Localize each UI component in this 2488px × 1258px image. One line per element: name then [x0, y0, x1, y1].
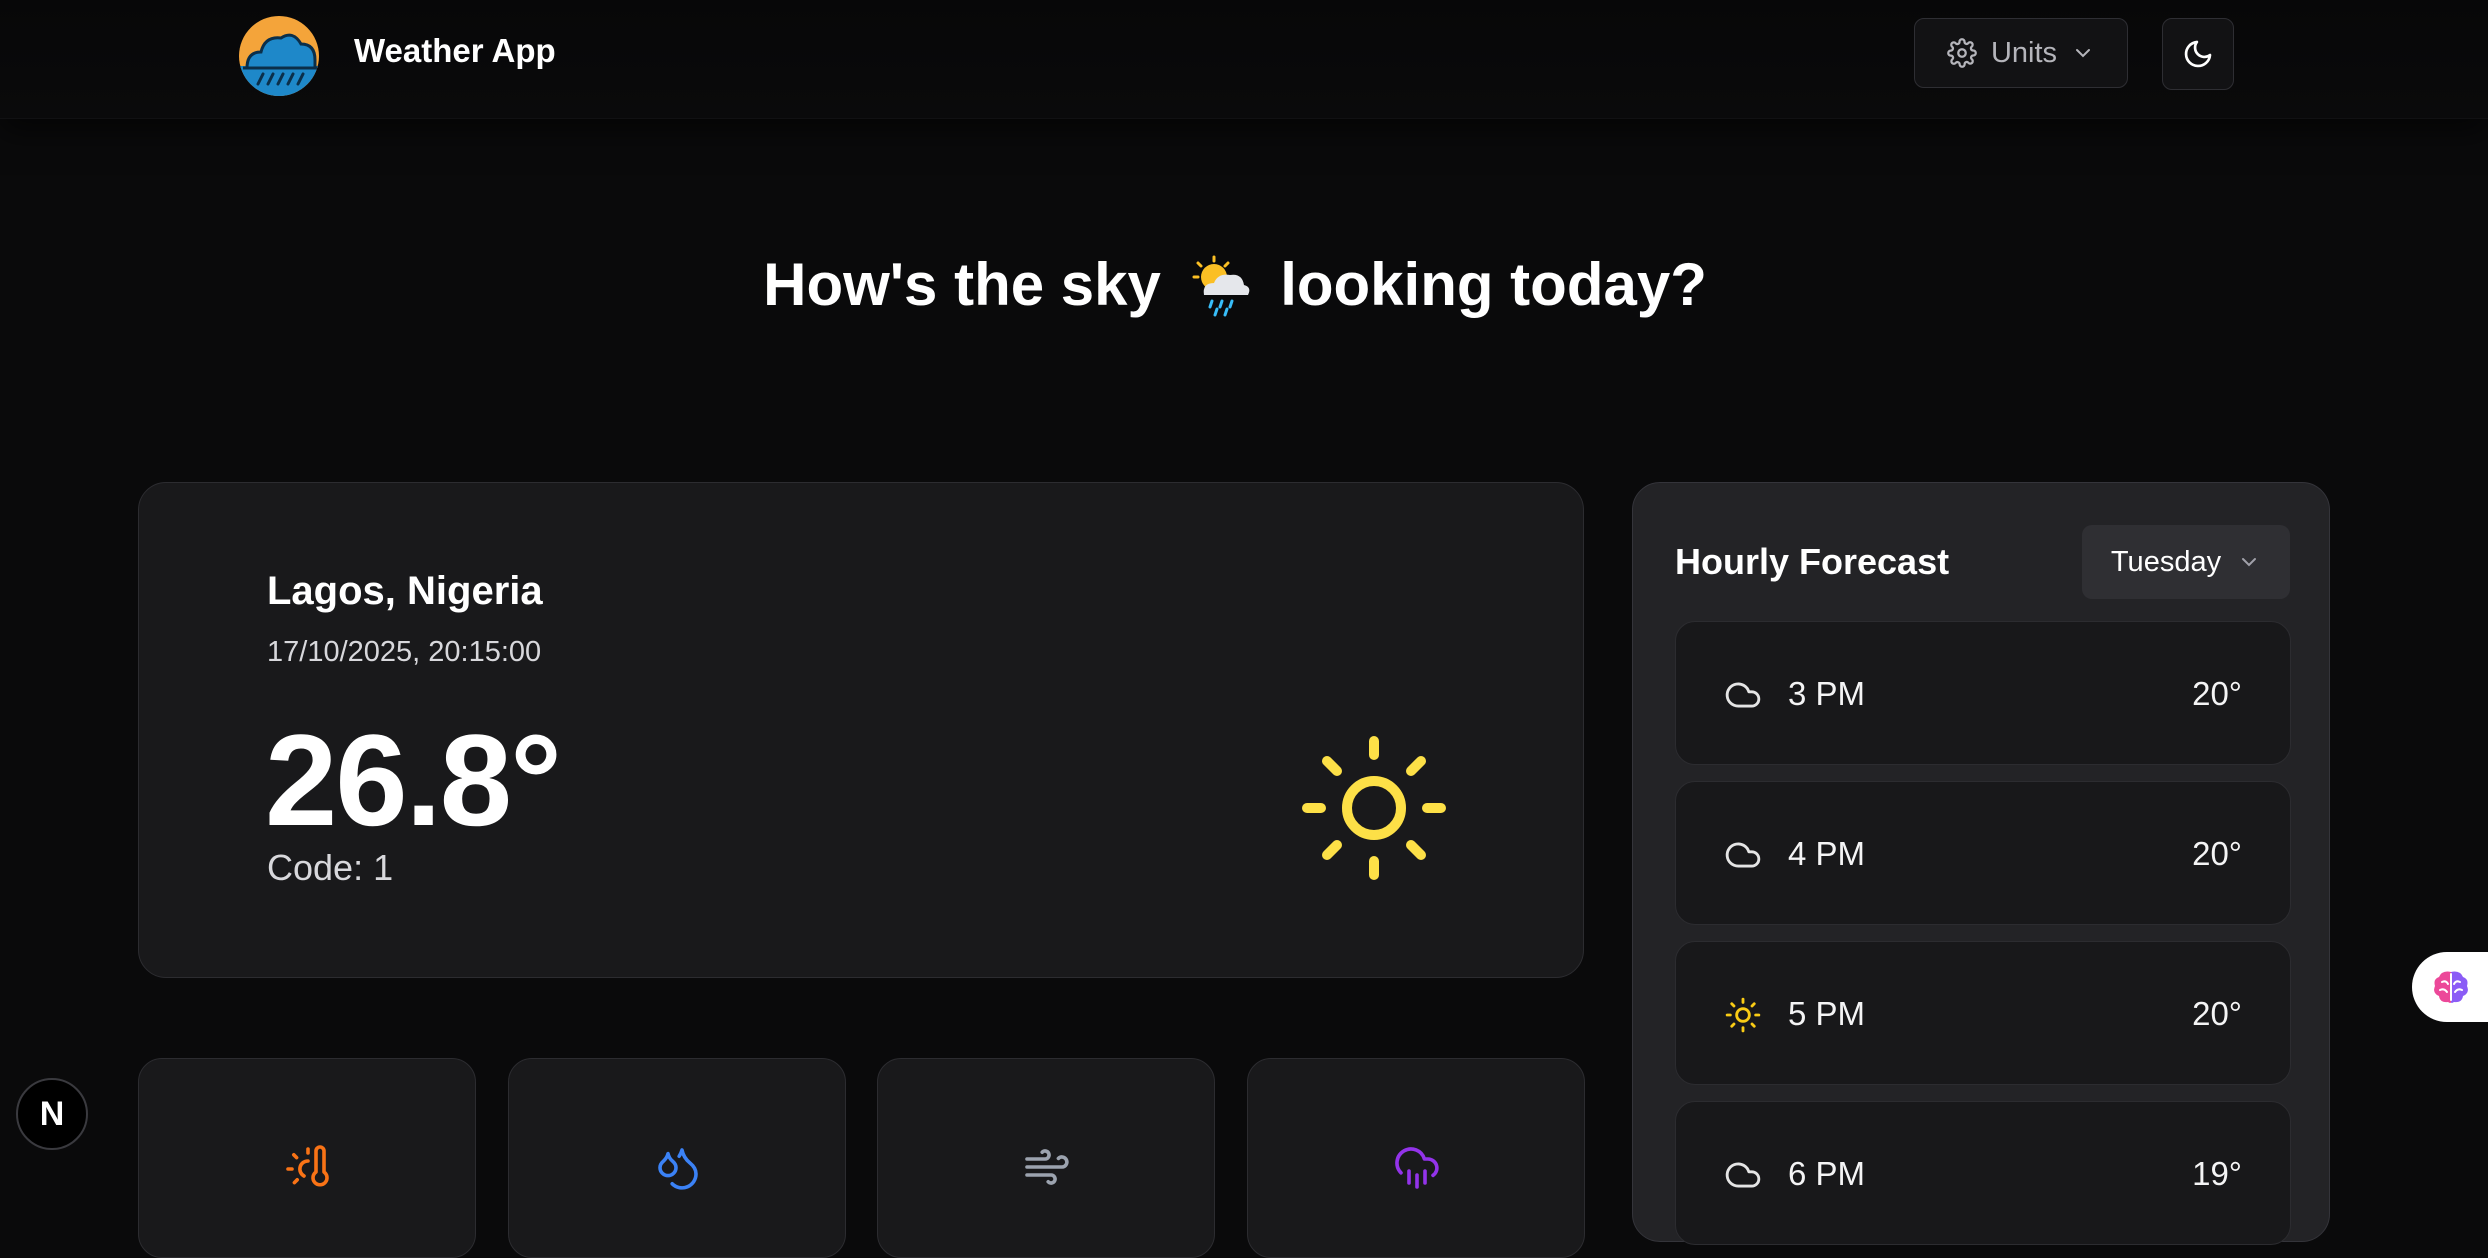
- hourly-time: 5 PM: [1788, 995, 1866, 1032]
- sun-icon: [1302, 736, 1446, 880]
- headline-text-start: How's the sky: [763, 251, 1161, 318]
- brain-icon: [2434, 971, 2468, 1003]
- hourly-temperature: 20°: [2192, 835, 2242, 872]
- chevron-down-icon: [2076, 49, 2091, 58]
- wind-card: [877, 1058, 1215, 1258]
- precipitation-card: [1247, 1058, 1585, 1258]
- headline-text-end: looking today?: [1280, 251, 1707, 318]
- sun-behind-rain-cloud-icon: [1192, 255, 1249, 317]
- thermometer-sun-icon: [286, 1145, 329, 1187]
- current-temperature: 26.8°: [265, 707, 562, 853]
- hourly-row: 3 PM 20°: [1675, 621, 2291, 765]
- humidity-card: [508, 1058, 846, 1258]
- theme-toggle-button[interactable]: [2162, 18, 2234, 90]
- nextjs-dev-badge[interactable]: N: [16, 1078, 88, 1150]
- feels-like-card: [138, 1058, 476, 1258]
- weather-code: Code: 1: [267, 847, 394, 888]
- units-label: Units: [1990, 36, 2058, 69]
- cloud-rain-logo-icon[interactable]: [237, 14, 321, 98]
- app-title: Weather App: [354, 32, 556, 69]
- hourly-time: 3 PM: [1788, 675, 1866, 712]
- moon-icon: [2184, 40, 2212, 68]
- wind-icon: [1025, 1149, 1069, 1185]
- selected-day-label: Tuesday: [2110, 545, 2222, 578]
- location-name: Lagos, Nigeria: [267, 569, 543, 613]
- units-dropdown-button[interactable]: Units: [1914, 18, 2128, 88]
- hourly-row: 5 PM 20°: [1675, 941, 2291, 1085]
- hourly-time: 6 PM: [1788, 1155, 1866, 1192]
- extension-side-badge[interactable]: [2412, 952, 2488, 1022]
- cloud-rain-icon: [1395, 1147, 1439, 1189]
- hourly-forecast-panel: Hourly Forecast Tuesday 3 PM 20° 4 PM 20…: [1632, 482, 2330, 1245]
- hourly-temperature: 19°: [2192, 1155, 2242, 1192]
- next-badge-label: N: [39, 1094, 65, 1133]
- hourly-time: 4 PM: [1788, 835, 1866, 872]
- cloud-icon: [1725, 842, 1761, 868]
- current-datetime: 17/10/2025, 20:15:00: [267, 636, 542, 668]
- cloud-icon: [1725, 682, 1761, 708]
- page-headline: How's the sky looking today?: [0, 250, 2470, 319]
- chevron-down-icon: [2242, 558, 2257, 567]
- current-weather-card: Lagos, Nigeria 17/10/2025, 20:15:00 26.8…: [138, 482, 1584, 978]
- hourly-row: 4 PM 20°: [1675, 781, 2291, 925]
- day-select-dropdown[interactable]: Tuesday: [2082, 525, 2290, 599]
- sun-icon: [1725, 997, 1761, 1033]
- gear-icon: [1947, 38, 1977, 68]
- droplets-icon: [658, 1148, 698, 1190]
- cloud-icon: [1725, 1162, 1761, 1188]
- top-header: Weather App Units: [0, 0, 2488, 119]
- hourly-temperature: 20°: [2192, 675, 2242, 712]
- hourly-temperature: 20°: [2192, 995, 2242, 1032]
- hourly-forecast-title: Hourly Forecast: [1675, 541, 1950, 582]
- hourly-row: 6 PM 19°: [1675, 1101, 2291, 1245]
